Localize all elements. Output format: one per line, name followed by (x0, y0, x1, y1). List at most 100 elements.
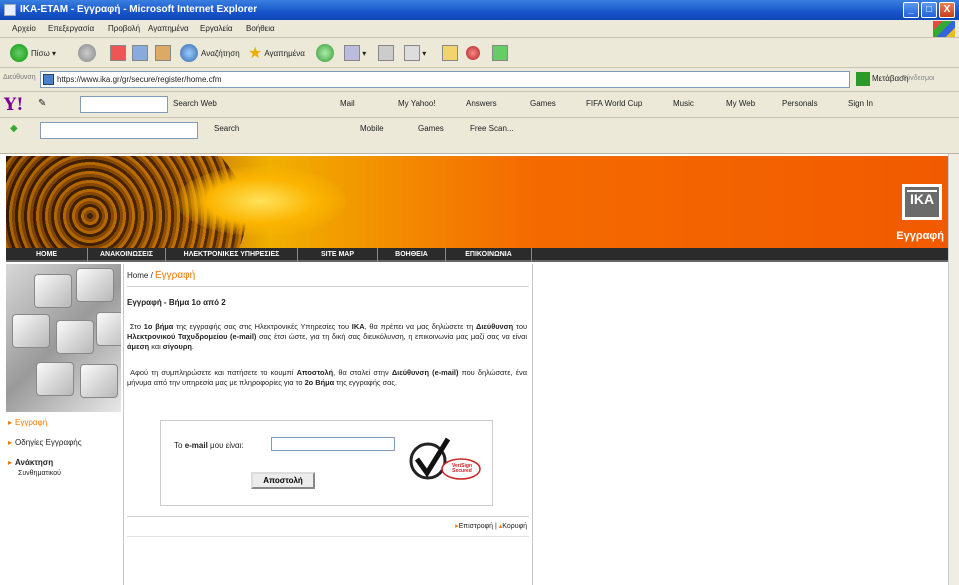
windows-logo-icon (933, 21, 955, 37)
web-page: IKA Εγγραφή HOME ΑΝΑΚΟΙΝΩΣΕΙΣ ΗΛΕΚΤΡΟΝΙΚ… (0, 154, 948, 585)
toolbar-free-scan[interactable]: Free Scan... (470, 124, 514, 133)
yahoo-sign-in[interactable]: Sign In (848, 99, 873, 108)
folder-button[interactable] (442, 43, 458, 63)
verisign-seal[interactable]: VeriSign Secured (408, 433, 482, 493)
breadcrumb-sep: / (148, 271, 156, 280)
menu-view[interactable]: Προβολή (108, 24, 140, 33)
breadcrumb: Home / Εγγραφή (127, 270, 195, 281)
stop-icon (110, 45, 126, 61)
email-field[interactable] (271, 437, 395, 451)
messenger-icon (466, 46, 480, 60)
yahoo-logo-icon[interactable]: Y! (4, 95, 24, 115)
nav-announcements[interactable]: ΑΝΑΚΟΙΝΩΣΕΙΣ (88, 248, 166, 262)
menu-file[interactable]: Αρχείο (12, 24, 36, 33)
go-arrow-icon (856, 72, 870, 86)
stop-button[interactable] (110, 43, 126, 63)
search-icon (180, 44, 198, 62)
research-button[interactable] (492, 43, 508, 63)
back-button[interactable]: Πίσω ▾ (10, 43, 56, 63)
back-link[interactable]: Επιστροφή (459, 523, 493, 530)
mail-icon (344, 45, 360, 61)
print-icon (378, 45, 394, 61)
arrow-icon: ▸ (8, 418, 13, 427)
yahoo-mail[interactable]: Mail (340, 99, 355, 108)
address-label: Διεύθυνση (3, 74, 36, 81)
email-label: Το e-mail μου είναι: (174, 441, 244, 450)
minimize-button[interactable]: _ (903, 2, 919, 18)
refresh-button[interactable] (132, 43, 148, 63)
home-button[interactable] (155, 43, 171, 63)
menu-help[interactable]: Βοήθεια (246, 24, 275, 33)
star-icon: ★ (248, 45, 263, 62)
address-bar: Διεύθυνση https://www.ika.gr/gr/secure/r… (0, 68, 959, 92)
nav-help[interactable]: ΒΟΗΘΕΙΑ (378, 248, 446, 262)
ie-icon (4, 4, 16, 16)
yahoo-music[interactable]: Music (673, 99, 694, 108)
nav-home[interactable]: HOME (6, 248, 88, 262)
top-link[interactable]: Κορυφή (502, 523, 527, 530)
yahoo-answers[interactable]: Answers (466, 99, 497, 108)
menu-favorites[interactable]: Αγαπημένα (148, 24, 189, 33)
yahoo-my-web[interactable]: My Web (726, 99, 755, 108)
links-button[interactable]: Σύνδεσμοι (902, 75, 934, 82)
seal-text: VeriSign Secured (451, 463, 472, 474)
favorites-button[interactable]: ★ Αγαπημένα (248, 43, 305, 63)
yahoo-my-yahoo[interactable]: My Yahoo! (398, 99, 436, 108)
folder-icon (442, 45, 458, 61)
ika-banner: IKA Εγγραφή (6, 156, 948, 248)
page-icon (43, 74, 54, 85)
toolbar-search-input[interactable] (40, 122, 198, 139)
forward-arrow-icon (78, 44, 96, 62)
history-icon (316, 44, 334, 62)
banner-glow (176, 166, 346, 236)
yahoo-fifa[interactable]: FIFA World Cup (586, 99, 642, 108)
send-button[interactable]: Αποστολή (251, 472, 315, 489)
maximize-button[interactable]: □ (921, 2, 937, 18)
menu-tools[interactable]: Εργαλεία (200, 24, 232, 33)
breadcrumb-current: Εγγραφή (155, 270, 196, 281)
research-icon (492, 45, 508, 61)
go-button[interactable]: Μετάβαση (856, 72, 909, 86)
sidenav-password-recovery-sub[interactable]: Συνθηματικού (18, 470, 61, 477)
sidenav-instructions[interactable]: ▸ Οδηγίες Εγγραφής (8, 438, 82, 447)
yahoo-games[interactable]: Games (530, 99, 556, 108)
breadcrumb-home[interactable]: Home (127, 271, 148, 280)
nav-site-map[interactable]: SITE MAP (298, 248, 378, 262)
toolbar-mobile[interactable]: Mobile (360, 124, 384, 133)
toolbar-logo-icon: ◆ (10, 123, 18, 134)
nav-e-services[interactable]: ΗΛΕΚΤΡΟΝΙΚΕΣ ΥΠΗΡΕΣΙΕΣ (166, 248, 298, 262)
home-icon (155, 45, 171, 61)
messenger-button[interactable] (466, 43, 480, 63)
address-url: https://www.ika.gr/gr/secure/register/ho… (57, 75, 222, 84)
edit-button[interactable]: ▾ (404, 43, 426, 63)
print-button[interactable] (378, 43, 394, 63)
pencil-icon[interactable]: ✎ (38, 98, 46, 109)
keyboard-image (6, 264, 121, 412)
yahoo-search-web[interactable]: Search Web (173, 99, 217, 108)
nav-contact[interactable]: ΕΠΙΚΟΙΝΩΝΙΑ (446, 248, 532, 262)
instructions-paragraph: Αφού τη συμπληρώσετε και πατήσετε το κου… (127, 368, 527, 387)
search-toolbar: ◆ Search Mobile Games Free Scan... (0, 118, 959, 154)
sidenav-password-recovery[interactable]: ▸ Ανάκτηση (8, 458, 53, 467)
mail-button[interactable]: ▾ (344, 43, 366, 63)
ika-logo[interactable]: IKA (902, 184, 942, 220)
address-field[interactable]: https://www.ika.gr/gr/secure/register/ho… (40, 71, 850, 88)
intro-paragraph: Στο 1ο βήμα της εγγραφής σας στις Ηλεκτρ… (127, 322, 527, 351)
divider (127, 536, 529, 537)
menu-edit[interactable]: Επεξεργασία (48, 24, 94, 33)
banner-title: Εγγραφή (896, 230, 944, 242)
close-button[interactable]: X (939, 2, 955, 18)
yahoo-personals[interactable]: Personals (782, 99, 818, 108)
history-button[interactable] (316, 43, 334, 63)
sidenav-register[interactable]: ▸ Εγγραφή (8, 418, 47, 427)
forward-button[interactable] (78, 43, 96, 63)
toolbar-games[interactable]: Games (418, 124, 444, 133)
yahoo-toolbar: Y! ✎ Search Web Mail My Yahoo! Answers G… (0, 92, 959, 118)
vertical-scrollbar[interactable] (948, 154, 959, 585)
toolbar-search[interactable]: Search (214, 124, 239, 133)
yahoo-search-input[interactable] (80, 96, 168, 113)
search-button[interactable]: Αναζήτηση (180, 43, 240, 63)
edit-icon (404, 45, 420, 61)
footer-links: ▸Επιστροφή | ▴Κορυφή (455, 522, 527, 530)
main-nav: HOME ΑΝΑΚΟΙΝΩΣΕΙΣ ΗΛΕΚΤΡΟΝΙΚΕΣ ΥΠΗΡΕΣΙΕΣ… (6, 248, 948, 262)
